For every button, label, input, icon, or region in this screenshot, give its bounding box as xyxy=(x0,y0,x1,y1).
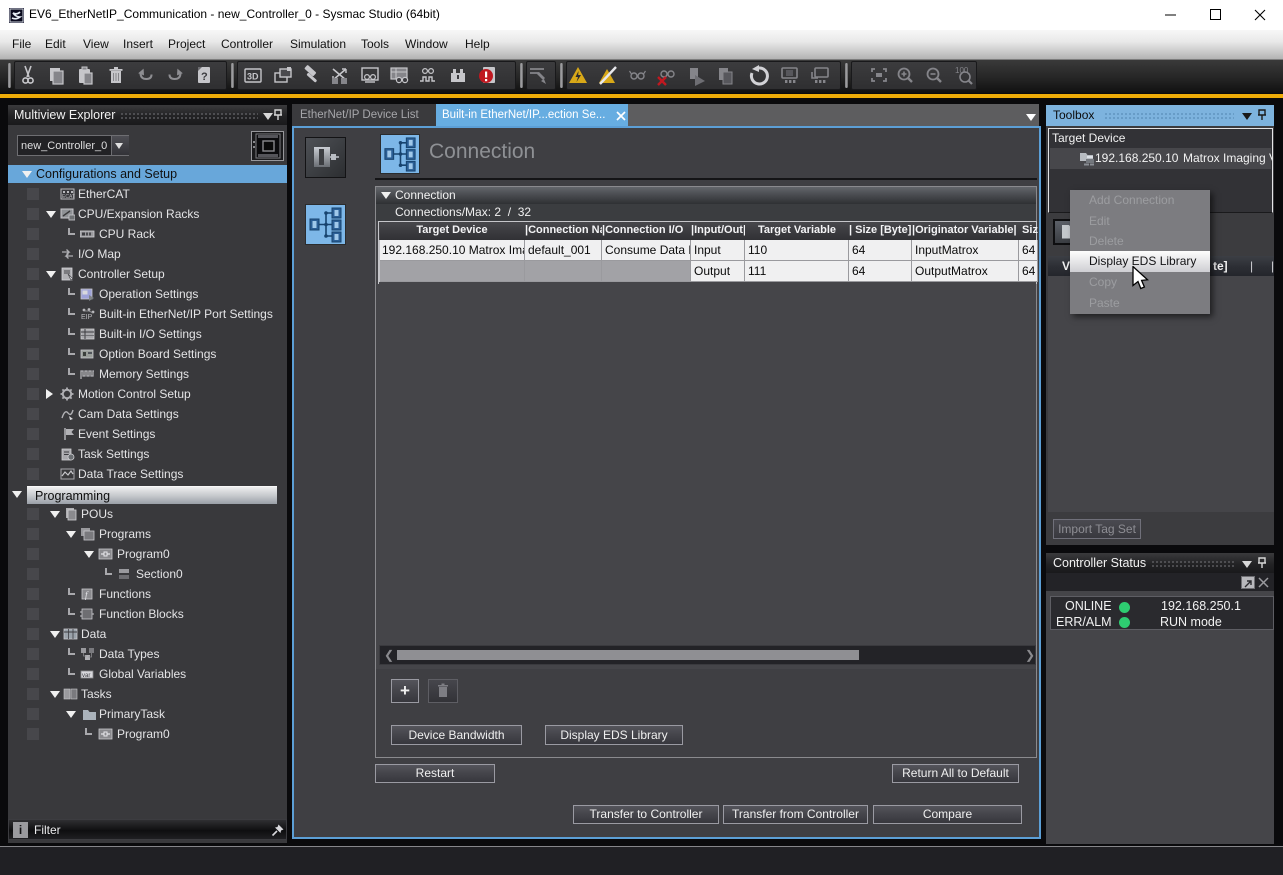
svg-text:EIP: EIP xyxy=(81,314,93,321)
svg-text:3D: 3D xyxy=(247,72,259,82)
svg-text:ECAT: ECAT xyxy=(62,194,75,200)
svg-text:var: var xyxy=(82,673,90,679)
svg-text:?: ? xyxy=(201,71,208,83)
